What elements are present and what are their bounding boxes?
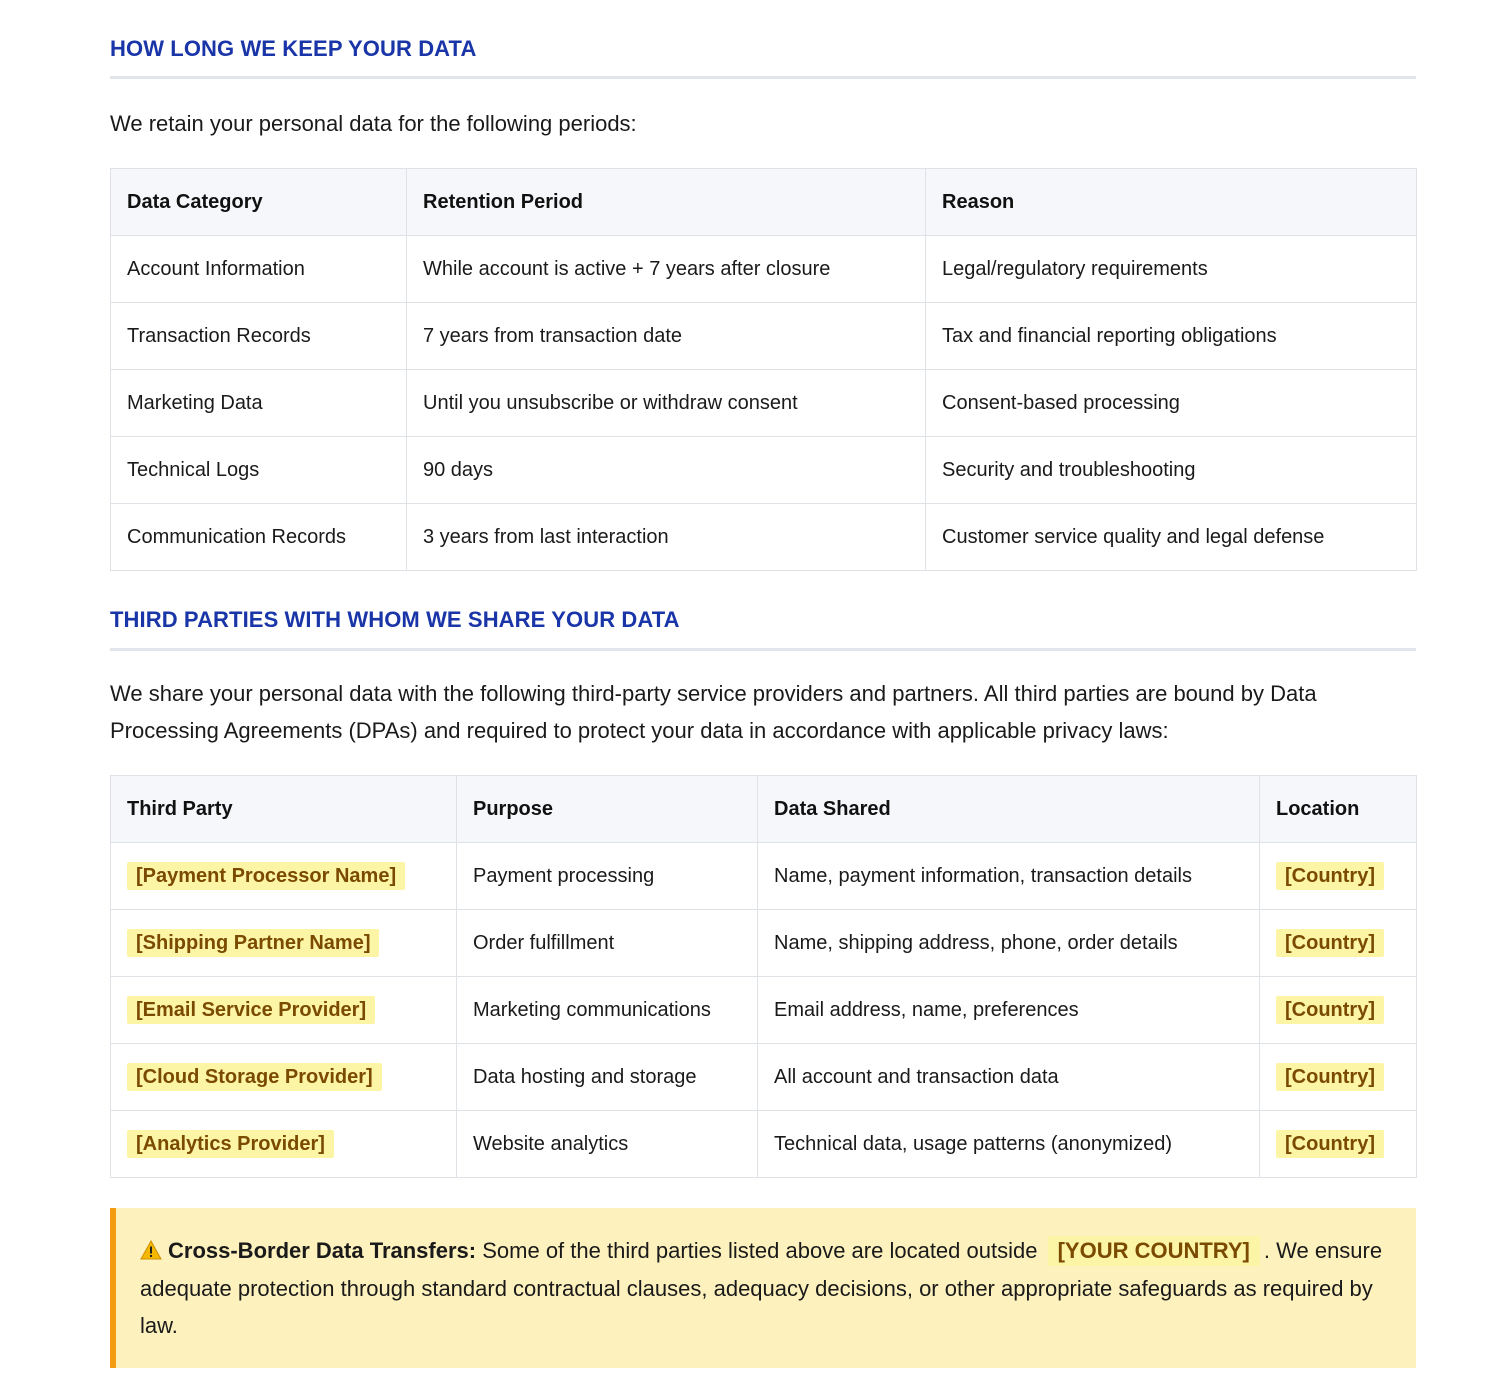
placeholder-badge: [Cloud Storage Provider] (127, 1063, 382, 1091)
purpose-cell: Marketing communications (456, 976, 758, 1044)
policy-content: HOW LONG WE KEEP YOUR DATA We retain you… (110, 0, 1417, 1178)
purpose-cell: Data hosting and storage (456, 1043, 758, 1111)
retention-period-cell: 7 years from transaction date (406, 302, 926, 370)
data-category-cell: Marketing Data (110, 369, 407, 437)
data-category-cell: Account Information (110, 235, 407, 303)
placeholder-badge: [Country] (1276, 929, 1384, 957)
data-shared-cell: Email address, name, preferences (757, 976, 1260, 1044)
table-row: [Shipping Partner Name] Order fulfillmen… (110, 909, 1417, 977)
reason-cell: Security and troubleshooting (925, 436, 1417, 504)
purpose-cell: Order fulfillment (456, 909, 758, 977)
column-header-reason: Reason (925, 168, 1417, 236)
data-shared-cell: Technical data, usage patterns (anonymiz… (757, 1110, 1260, 1178)
cross-border-callout: Cross-Border Data Transfers: Some of the… (110, 1208, 1416, 1368)
placeholder-badge: [Analytics Provider] (127, 1130, 334, 1158)
third-party-cell: [Shipping Partner Name] (110, 909, 457, 977)
retention-period-cell: Until you unsubscribe or withdraw consen… (406, 369, 926, 437)
data-shared-cell: All account and transaction data (757, 1043, 1260, 1111)
table-row: [Payment Processor Name] Payment process… (110, 842, 1417, 910)
table-header-row: Third Party Purpose Data Shared Location (110, 775, 1417, 843)
table-row: [Cloud Storage Provider] Data hosting an… (110, 1043, 1417, 1111)
location-cell: [Country] (1259, 842, 1417, 910)
third-party-cell: [Payment Processor Name] (110, 842, 457, 910)
table-row: Communication Records 3 years from last … (110, 503, 1417, 571)
reason-cell: Tax and financial reporting obligations (925, 302, 1417, 370)
placeholder-badge: [Country] (1276, 1063, 1384, 1091)
table-header-row: Data Category Retention Period Reason (110, 168, 1417, 236)
placeholder-badge: [Email Service Provider] (127, 996, 376, 1024)
callout-text-before: Some of the third parties listed above a… (482, 1238, 1038, 1263)
column-header-data-shared: Data Shared (757, 775, 1260, 843)
column-header-third-party: Third Party (110, 775, 457, 843)
location-cell: [Country] (1259, 1110, 1417, 1178)
purpose-cell: Payment processing (456, 842, 758, 910)
third-parties-section-title: THIRD PARTIES WITH WHOM WE SHARE YOUR DA… (110, 607, 680, 632)
third-party-cell: [Analytics Provider] (110, 1110, 457, 1178)
table-row: [Analytics Provider] Website analytics T… (110, 1110, 1417, 1178)
location-cell: [Country] (1259, 909, 1417, 977)
table-row: [Email Service Provider] Marketing commu… (110, 976, 1417, 1044)
warning-icon (140, 1240, 162, 1260)
location-cell: [Country] (1259, 976, 1417, 1044)
placeholder-badge: [Country] (1276, 1130, 1384, 1158)
column-header-location: Location (1259, 775, 1417, 843)
data-category-cell: Communication Records (110, 503, 407, 571)
column-header-purpose: Purpose (456, 775, 758, 843)
third-parties-intro: We share your personal data with the fol… (110, 681, 1317, 743)
retention-period-cell: 3 years from last interaction (406, 503, 926, 571)
location-cell: [Country] (1259, 1043, 1417, 1111)
third-parties-table: Third Party Purpose Data Shared Location… (110, 775, 1417, 1178)
data-category-cell: Transaction Records (110, 302, 407, 370)
column-header-retention-period: Retention Period (406, 168, 926, 236)
placeholder-badge: [Country] (1276, 996, 1384, 1024)
placeholder-badge: [Shipping Partner Name] (127, 929, 380, 957)
table-row: Technical Logs 90 days Security and trou… (110, 436, 1417, 504)
third-party-cell: [Cloud Storage Provider] (110, 1043, 457, 1111)
callout-lead: Cross-Border Data Transfers: (168, 1238, 477, 1263)
table-row: Account Information While account is act… (110, 235, 1417, 303)
retention-section-title: HOW LONG WE KEEP YOUR DATA (110, 36, 477, 61)
placeholder-badge: [Country] (1276, 862, 1384, 890)
retention-period-cell: 90 days (406, 436, 926, 504)
table-row: Marketing Data Until you unsubscribe or … (110, 369, 1417, 437)
reason-cell: Legal/regulatory requirements (925, 235, 1417, 303)
placeholder-badge: [YOUR COUNTRY] (1047, 1236, 1260, 1266)
retention-period-cell: While account is active + 7 years after … (406, 235, 926, 303)
data-category-cell: Technical Logs (110, 436, 407, 504)
table-row: Transaction Records 7 years from transac… (110, 302, 1417, 370)
placeholder-badge: [Payment Processor Name] (127, 862, 406, 890)
reason-cell: Customer service quality and legal defen… (925, 503, 1417, 571)
data-shared-cell: Name, shipping address, phone, order det… (757, 909, 1260, 977)
reason-cell: Consent-based processing (925, 369, 1417, 437)
third-party-cell: [Email Service Provider] (110, 976, 457, 1044)
data-shared-cell: Name, payment information, transaction d… (757, 842, 1260, 910)
retention-table: Data Category Retention Period Reason Ac… (110, 168, 1417, 571)
retention-intro: We retain your personal data for the fol… (110, 111, 637, 136)
column-header-data-category: Data Category (110, 168, 407, 236)
purpose-cell: Website analytics (456, 1110, 758, 1178)
